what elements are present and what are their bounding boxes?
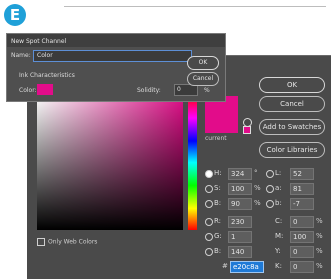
field-lab-b-input[interactable]: -7 bbox=[290, 198, 314, 210]
field-g-input[interactable]: 1 bbox=[228, 231, 252, 243]
field-s-unit: % bbox=[254, 184, 261, 192]
field-label-k: K: bbox=[275, 262, 282, 270]
field-l-input[interactable]: 52 bbox=[290, 168, 314, 180]
field-label-y: Y: bbox=[275, 247, 281, 255]
field-label-h: H: bbox=[214, 169, 222, 177]
radio-l[interactable] bbox=[266, 170, 274, 178]
hue-slider[interactable] bbox=[188, 95, 197, 230]
field-h-input[interactable]: 324 bbox=[228, 168, 252, 180]
checkbox-icon bbox=[37, 238, 45, 246]
color-libraries-button[interactable]: Color Libraries bbox=[259, 142, 325, 158]
color-label: Color: bbox=[19, 87, 37, 94]
field-k-unit: % bbox=[316, 262, 323, 270]
radio-b[interactable] bbox=[205, 200, 213, 208]
dialog-title: New Spot Channel bbox=[11, 38, 67, 45]
field-c-unit: % bbox=[316, 217, 323, 225]
field-label-r: R: bbox=[214, 217, 222, 225]
field-s-input[interactable]: 100 bbox=[228, 183, 252, 195]
field-h-unit: ° bbox=[254, 169, 258, 177]
picker-cancel-button[interactable]: Cancel bbox=[259, 96, 325, 112]
only-web-colors-checkbox[interactable]: Only Web Colors bbox=[37, 238, 97, 246]
radio-a[interactable] bbox=[266, 185, 274, 193]
radio-s[interactable] bbox=[205, 185, 213, 193]
solidity-label: Solidity: bbox=[137, 87, 161, 94]
header-rule bbox=[64, 6, 326, 7]
field-label-blue: B: bbox=[214, 247, 222, 255]
field-m-unit: % bbox=[316, 232, 323, 240]
field-k-input[interactable]: 0 bbox=[290, 261, 314, 273]
name-label: Name: bbox=[11, 52, 31, 59]
hex-hash-label: # bbox=[222, 262, 228, 270]
step-badge: E bbox=[4, 4, 26, 26]
only-web-colors-label: Only Web Colors bbox=[48, 238, 98, 246]
spot-cancel-button[interactable]: Cancel bbox=[187, 72, 219, 86]
field-blue-input[interactable]: 140 bbox=[228, 246, 252, 258]
field-label-g: G: bbox=[214, 232, 222, 240]
solidity-unit: % bbox=[204, 87, 210, 94]
spot-ok-button[interactable]: OK bbox=[187, 56, 219, 70]
radio-r[interactable] bbox=[205, 218, 213, 226]
field-label-c: C: bbox=[275, 217, 283, 225]
field-y-input[interactable]: 0 bbox=[290, 246, 314, 258]
field-label-s: S: bbox=[214, 184, 221, 192]
radio-blue[interactable] bbox=[205, 248, 213, 256]
ink-characteristics-heading: Ink Characteristics bbox=[19, 72, 75, 79]
add-to-swatches-button[interactable]: Add to Swatches bbox=[259, 119, 325, 135]
field-m-input[interactable]: 100 bbox=[290, 231, 314, 243]
current-label: current bbox=[205, 135, 227, 142]
field-b-input[interactable]: 90 bbox=[228, 198, 252, 210]
radio-g[interactable] bbox=[205, 233, 213, 241]
hex-input[interactable]: e20c8a bbox=[230, 261, 264, 273]
field-a-input[interactable]: 81 bbox=[290, 183, 314, 195]
field-label-lab-b: b: bbox=[275, 199, 282, 207]
radio-lab-b[interactable] bbox=[266, 200, 274, 208]
color-field[interactable] bbox=[37, 95, 183, 230]
radio-h[interactable] bbox=[205, 170, 213, 178]
field-label-b: B: bbox=[214, 199, 222, 207]
ink-color-swatch[interactable] bbox=[37, 84, 53, 95]
field-b-unit: % bbox=[254, 199, 261, 207]
field-label-m: M: bbox=[275, 232, 284, 240]
field-c-input[interactable]: 0 bbox=[290, 216, 314, 228]
field-y-unit: % bbox=[316, 247, 323, 255]
field-label-l: L: bbox=[275, 169, 282, 177]
name-input[interactable]: Color bbox=[33, 50, 192, 62]
field-label-a: a: bbox=[275, 184, 282, 192]
field-r-input[interactable]: 230 bbox=[228, 216, 252, 228]
picker-ok-button[interactable]: OK bbox=[259, 77, 325, 93]
web-safe-swatch-icon[interactable] bbox=[243, 126, 251, 134]
